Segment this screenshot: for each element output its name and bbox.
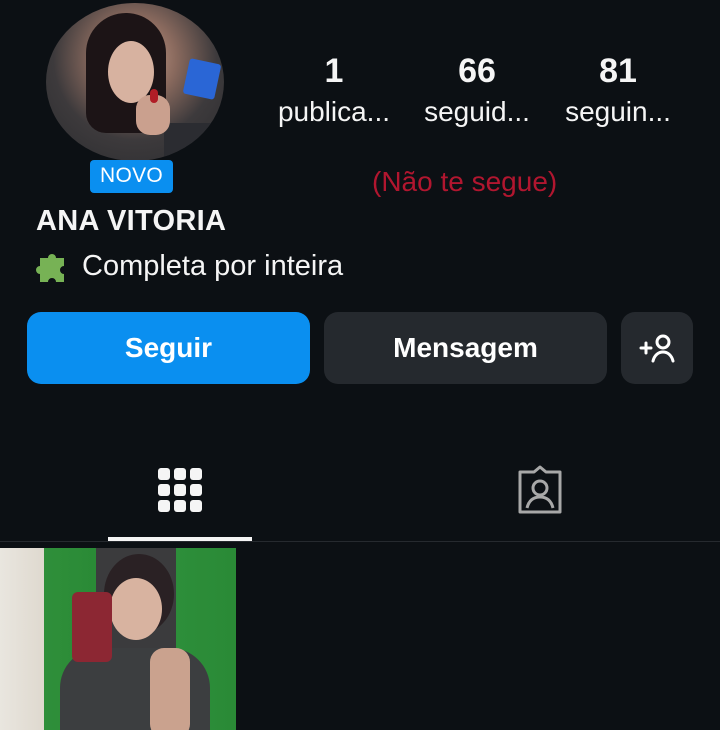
avatar-image bbox=[46, 3, 224, 161]
stat-followers-value: 66 bbox=[458, 52, 496, 90]
puzzle-icon bbox=[36, 254, 64, 282]
follow-button[interactable]: Seguir bbox=[27, 312, 310, 384]
stat-posts-label: publica... bbox=[277, 96, 391, 127]
stat-following-label: seguin... bbox=[565, 96, 671, 127]
follow-button-label: Seguir bbox=[124, 332, 213, 363]
stat-following[interactable]: 81 seguin... bbox=[548, 50, 688, 132]
bio-text: Completa por inteira bbox=[82, 249, 344, 282]
new-badge: NOVO bbox=[90, 160, 174, 193]
suggest-user-button[interactable] bbox=[621, 312, 693, 384]
add-user-icon bbox=[639, 334, 675, 363]
tab-tagged[interactable] bbox=[490, 460, 590, 520]
post-thumbnail[interactable] bbox=[0, 548, 236, 730]
profile-name: ANA VITORIA bbox=[36, 205, 227, 237]
message-button-label: Mensagem bbox=[393, 332, 538, 363]
not-following-notice: (Não te segue) bbox=[372, 166, 558, 197]
stat-followers[interactable]: 66 seguid... bbox=[407, 50, 547, 132]
stat-posts[interactable]: 1 publica... bbox=[264, 50, 404, 132]
tagged-icon bbox=[518, 465, 562, 514]
grid-icon bbox=[158, 468, 202, 512]
stat-followers-label: seguid... bbox=[424, 96, 530, 127]
message-button[interactable]: Mensagem bbox=[324, 312, 607, 384]
stat-following-value: 81 bbox=[599, 52, 637, 90]
profile-avatar[interactable]: NOVO bbox=[46, 3, 224, 193]
tabs-divider bbox=[0, 541, 720, 542]
tab-posts-grid[interactable] bbox=[130, 460, 230, 520]
profile-bio: Completa por inteira bbox=[36, 248, 343, 284]
stat-posts-value: 1 bbox=[324, 52, 344, 90]
